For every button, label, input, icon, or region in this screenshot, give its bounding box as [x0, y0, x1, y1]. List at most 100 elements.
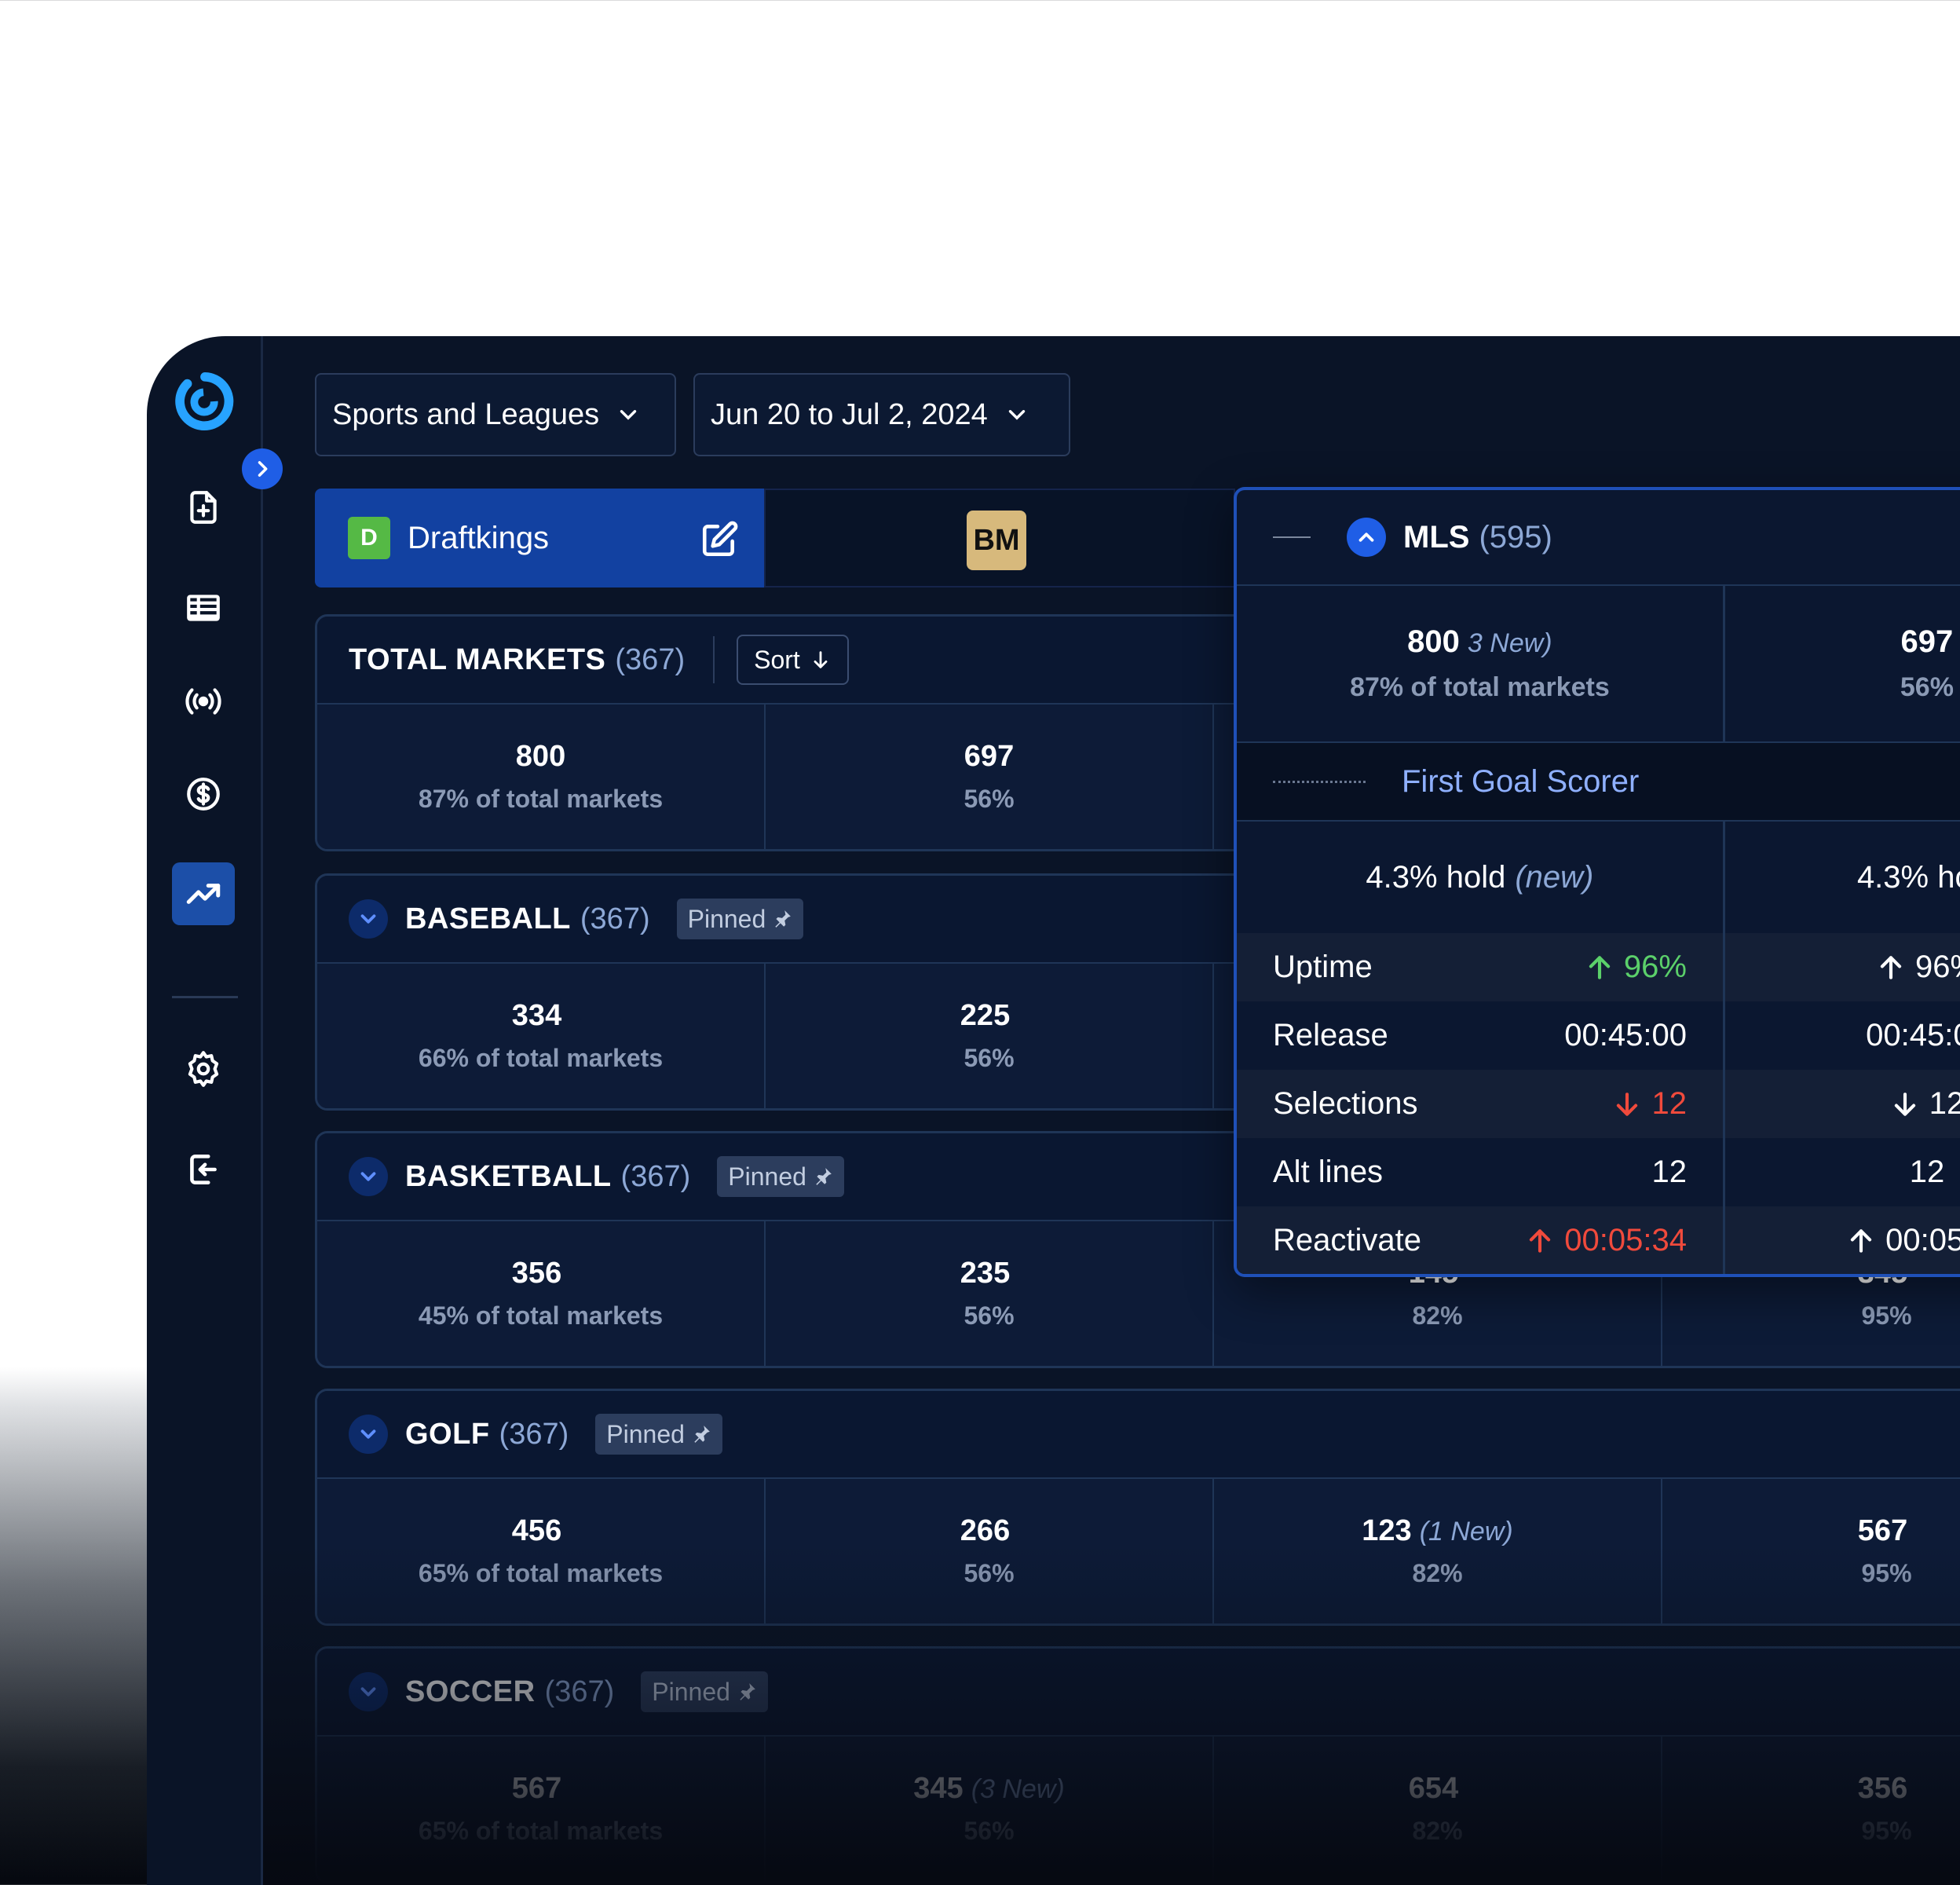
bm-logo: BM — [967, 511, 1026, 570]
app-window: Sports and Leagues Jun 20 to Jul 2, 2024… — [147, 336, 1960, 1885]
summary-value: 800 — [1407, 624, 1460, 659]
sport-card-golf: GOLF (367) Pinned 456 65% of total markets 26… — [315, 1389, 1960, 1626]
stat-value: 12 — [1651, 1155, 1687, 1189]
gear-icon[interactable] — [172, 1038, 235, 1100]
arrow-up-icon — [1880, 955, 1902, 979]
stat-sub: 82% — [1412, 1817, 1463, 1845]
expand-toggle[interactable] — [349, 1672, 388, 1711]
sportsbook-tabs: D Draftkings BM — [315, 489, 1235, 587]
summary-cell: 697 56% — [1725, 586, 1960, 741]
chevron-down-icon — [1008, 410, 1026, 420]
stat-value: 12 — [1651, 1086, 1687, 1121]
stat-cell: 123 (1 New) 82% — [1214, 1479, 1662, 1623]
stat-row-alt-lines: Alt lines 12 12 — [1237, 1138, 1960, 1206]
stat-sub: 56% — [964, 1044, 1015, 1072]
pinned-label: Pinned — [728, 1162, 806, 1191]
stat-sub: 65% of total markets — [418, 1559, 664, 1587]
arrow-up-icon — [1850, 1228, 1872, 1253]
stat-label: Selections — [1273, 1086, 1418, 1121]
stat-value: 00:45:00 — [1564, 1018, 1687, 1052]
stat-new: (3 New) — [971, 1774, 1065, 1804]
market-row[interactable]: First Goal Scorer — [1237, 743, 1960, 822]
stat-sub: 56% — [964, 1301, 1015, 1330]
divider — [713, 636, 715, 683]
expand-toggle[interactable] — [349, 1415, 388, 1454]
sport-stats-row: 456 65% of total markets 266 56% 123 (1 New) 8… — [317, 1479, 1960, 1623]
draftkings-logo: D — [348, 517, 390, 559]
stat-value: 800 — [515, 740, 566, 773]
stat-value: 567 — [1857, 1514, 1908, 1547]
sports-leagues-dropdown[interactable]: Sports and Leagues — [315, 373, 676, 456]
stat-sub: 56% — [964, 785, 1015, 813]
stat-sub: 87% of total markets — [418, 785, 664, 813]
stat-cell: 567 65% of total markets — [317, 1737, 766, 1881]
stat-value: 12 — [1929, 1086, 1960, 1121]
stat-cell: 356 45% of total markets — [317, 1221, 766, 1366]
collapse-button[interactable] — [1347, 518, 1386, 557]
drag-handle[interactable] — [1273, 536, 1311, 538]
arrow-down-icon — [1894, 1092, 1915, 1116]
stat-row-reactivate: Reactivate 00:05:34 00:05:34 — [1237, 1206, 1960, 1274]
sort-button[interactable]: Sort — [737, 635, 849, 685]
stat-cell: 654 82% — [1214, 1737, 1662, 1881]
draftkings-label: Draftkings — [408, 520, 550, 555]
tab-draftkings[interactable]: D Draftkings — [315, 489, 764, 587]
summary-sub: 87% of total markets — [1350, 672, 1610, 702]
table-icon[interactable] — [172, 576, 235, 639]
stat-sub: 56% — [964, 1559, 1015, 1587]
sport-header[interactable]: SOCCER (367) Pinned — [317, 1649, 1960, 1737]
stat-row-selections: Selections 12 12 — [1237, 1070, 1960, 1138]
stat-cell: 356 95% — [1662, 1737, 1960, 1881]
broadcast-icon[interactable] — [172, 670, 235, 733]
stat-sub: 56% — [964, 1817, 1015, 1845]
pinned-badge[interactable]: Pinned — [676, 899, 804, 939]
date-range-dropdown[interactable]: Jun 20 to Jul 2, 2024 — [693, 373, 1070, 456]
stat-label: Uptime — [1273, 950, 1373, 984]
chevron-up-icon — [1358, 533, 1374, 542]
sport-count: (367) — [544, 1675, 615, 1708]
arrow-down-icon — [1617, 1092, 1638, 1116]
league-title: MLS — [1403, 519, 1470, 555]
pinned-badge[interactable]: Pinned — [717, 1156, 844, 1197]
stat-value: 266 — [960, 1514, 1011, 1547]
dollar-icon[interactable] — [172, 763, 235, 825]
pin-icon — [775, 910, 792, 928]
expand-toggle[interactable] — [349, 1157, 388, 1196]
pinned-badge[interactable]: Pinned — [641, 1671, 768, 1712]
sidebar-divider — [172, 996, 238, 998]
mls-detail-panel: MLS (595) 800 3 New) 87% of total markets… — [1234, 487, 1960, 1277]
arrow-up-icon — [1530, 1228, 1551, 1253]
stat-label: Reactivate — [1273, 1223, 1421, 1257]
stat-sub: 65% of total markets — [418, 1817, 664, 1845]
tree-connector — [1273, 780, 1366, 783]
sport-count: (367) — [620, 1159, 691, 1193]
expand-toggle[interactable] — [349, 899, 388, 939]
chevron-down-icon — [360, 1429, 376, 1439]
tab-bm[interactable]: BM — [764, 489, 1235, 587]
file-plus-icon[interactable] — [172, 476, 235, 539]
stat-value: 00:05:34 — [1885, 1223, 1960, 1257]
summary-value: 697 — [1900, 624, 1954, 659]
chevron-down-icon — [360, 1687, 376, 1696]
stat-value: 00:45:00 — [1866, 1018, 1960, 1052]
sport-header[interactable]: GOLF (367) Pinned — [317, 1391, 1960, 1479]
summary-sub: 56% — [1900, 672, 1954, 702]
stat-cell: 266 56% — [766, 1479, 1214, 1623]
trending-up-icon[interactable] — [172, 862, 235, 925]
arrow-up-icon — [1589, 955, 1611, 979]
pinned-badge[interactable]: Pinned — [595, 1414, 722, 1455]
stat-value: 456 — [511, 1514, 562, 1547]
edit-icon[interactable] — [700, 520, 739, 559]
stat-label: Release — [1273, 1018, 1388, 1052]
stat-new: (1 New) — [1419, 1517, 1513, 1546]
stat-value: 96% — [1914, 950, 1960, 984]
sport-title: BASEBALL — [405, 902, 571, 935]
stat-row-uptime: Uptime 96% 96% — [1237, 933, 1960, 1001]
stat-value: 697 — [964, 740, 1015, 773]
expand-sidebar-button[interactable] — [242, 448, 283, 489]
stat-cell: 225 56% — [766, 964, 1214, 1108]
chevron-down-icon — [360, 914, 376, 924]
total-markets-count: (367) — [615, 642, 686, 676]
logout-icon[interactable] — [172, 1138, 235, 1201]
hold-cell: 4.3% hold — [1725, 822, 1960, 933]
